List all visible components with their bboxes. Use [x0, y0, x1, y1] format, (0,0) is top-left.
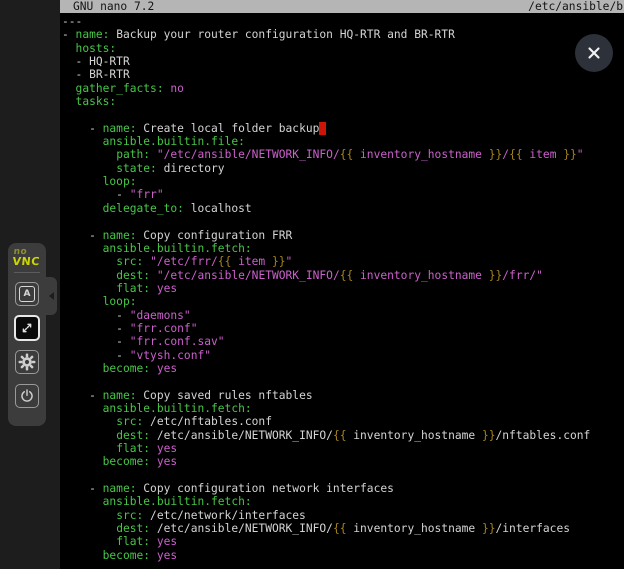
code-line[interactable]: - "daemons" [62, 309, 590, 322]
code-line[interactable]: tasks: [62, 95, 590, 108]
code-line[interactable]: src: "/etc/frr/{{ item }}" [62, 255, 590, 268]
code-line[interactable]: path: "/etc/ansible/NETWORK_INFO/{{ inve… [62, 148, 590, 161]
code-line[interactable]: loop: [62, 175, 590, 188]
close-icon [586, 45, 602, 61]
code-line[interactable]: - name: Copy saved rules nftables [62, 389, 590, 402]
text-cursor [319, 122, 326, 135]
code-line[interactable]: dest: /etc/ansible/NETWORK_INFO/{{ inven… [62, 429, 590, 442]
code-line[interactable]: ansible.builtin.fetch: [62, 242, 590, 255]
code-line[interactable]: ansible.builtin.fetch: [62, 402, 590, 415]
fullscreen-button[interactable] [14, 315, 40, 341]
novnc-control-bar: no VNC A [8, 243, 46, 426]
terminal-window[interactable]: GNU nano 7.2 /etc/ansible/b ---- name: B… [60, 0, 624, 569]
control-bar-handle[interactable] [46, 277, 57, 315]
code-line[interactable]: ansible.builtin.file: [62, 135, 590, 148]
code-line[interactable] [62, 108, 590, 121]
code-line[interactable]: - name: Backup your router configuration… [62, 28, 590, 41]
collapse-arrow-icon [49, 292, 54, 300]
code-line[interactable]: dest: /etc/ansible/NETWORK_INFO/{{ inven… [62, 522, 590, 535]
code-line[interactable]: - "frr" [62, 188, 590, 201]
vnc-viewport: no VNC A [0, 0, 624, 569]
fullscreen-icon [19, 320, 35, 336]
code-line[interactable]: dest: "/etc/ansible/NETWORK_INFO/{{ inve… [62, 269, 590, 282]
code-line[interactable]: - BR-RTR [62, 68, 590, 81]
power-icon [19, 388, 35, 404]
power-button[interactable] [15, 384, 39, 408]
code-line[interactable]: flat: yes [62, 442, 590, 455]
code-line[interactable] [62, 469, 590, 482]
code-line[interactable]: flat: yes [62, 535, 590, 548]
vnc-background-strip: no VNC A [0, 0, 60, 569]
code-line[interactable]: loop: [62, 295, 590, 308]
code-line[interactable] [62, 375, 590, 388]
code-line[interactable]: become: yes [62, 549, 590, 562]
code-line[interactable]: gather_facts: no [62, 82, 590, 95]
code-line[interactable]: - name: Create local folder backup [62, 122, 590, 135]
code-line[interactable]: ansible.builtin.fetch: [62, 495, 590, 508]
code-line[interactable]: become: yes [62, 362, 590, 375]
gear-icon [18, 353, 36, 371]
code-line[interactable]: - "frr.conf" [62, 322, 590, 335]
nano-buffer[interactable]: ---- name: Backup your router configurat… [62, 15, 590, 562]
nano-titlebar: GNU nano 7.2 /etc/ansible/b [60, 0, 624, 13]
code-line[interactable]: - name: Copy configuration network inter… [62, 482, 590, 495]
code-line[interactable]: hosts: [62, 42, 590, 55]
novnc-logo: no VNC [12, 248, 41, 266]
code-line[interactable]: state: directory [62, 162, 590, 175]
nano-version: GNU nano 7.2 [73, 0, 154, 13]
code-line[interactable]: flat: yes [62, 282, 590, 295]
nano-filename: /etc/ansible/b [528, 0, 623, 13]
close-button[interactable] [575, 34, 613, 72]
keyboard-a-icon: A [19, 286, 35, 302]
code-line[interactable]: src: /etc/network/interfaces [62, 509, 590, 522]
code-line[interactable] [62, 215, 590, 228]
code-line[interactable]: - HQ-RTR [62, 55, 590, 68]
extra-keys-button[interactable]: A [15, 282, 39, 306]
code-line[interactable]: become: yes [62, 455, 590, 468]
code-line[interactable]: src: /etc/nftables.conf [62, 415, 590, 428]
control-bar-divider [14, 272, 40, 273]
code-line[interactable]: delegate_to: localhost [62, 202, 590, 215]
code-line[interactable]: - "frr.conf.sav" [62, 335, 590, 348]
settings-button[interactable] [15, 350, 39, 374]
novnc-logo-text-vnc: VNC [12, 257, 40, 266]
code-line[interactable]: - name: Copy configuration FRR [62, 229, 590, 242]
code-line[interactable]: - "vtysh.conf" [62, 349, 590, 362]
code-line[interactable]: --- [62, 15, 590, 28]
keyboard-a-glyph: A [24, 290, 31, 299]
